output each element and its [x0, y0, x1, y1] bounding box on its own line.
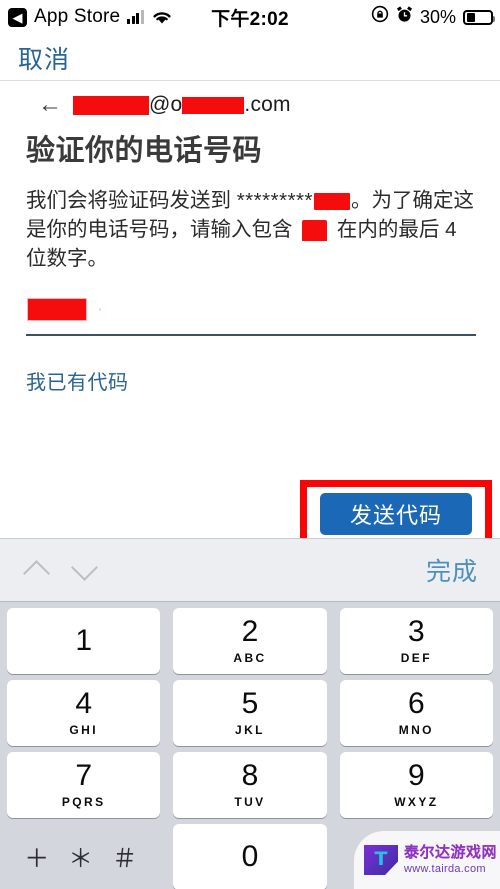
send-code-button[interactable]: 发送代码: [320, 493, 472, 535]
watermark-site-url: www.tairda.com: [404, 863, 486, 875]
key-1[interactable]: 1: [7, 608, 161, 674]
account-row: ← @o .com: [0, 88, 500, 122]
arrow-left-icon[interactable]: ←: [38, 93, 62, 117]
key-letters: TUV: [234, 795, 266, 809]
key-letters: JKL: [235, 723, 265, 737]
key-5[interactable]: 5 JKL: [173, 680, 327, 746]
key-3[interactable]: 3 DEF: [339, 608, 493, 674]
key-letters: ABC: [233, 651, 267, 665]
key-letters: WXYZ: [394, 795, 439, 809]
key-digit: 7: [75, 759, 92, 792]
keyboard-accessory-bar: 完成: [0, 538, 500, 602]
digits-hint-redaction: [302, 220, 328, 242]
key-letters: PQRS: [61, 795, 106, 809]
key-symbols-label: ＋ ＊ ＃: [24, 845, 144, 873]
key-symbols[interactable]: ＋ ＊ ＃: [7, 824, 160, 889]
key-8[interactable]: 8 TUV: [173, 752, 327, 818]
phone-tail-redaction: [314, 193, 351, 211]
email-domain-redaction: [182, 96, 245, 114]
key-digit: 8: [241, 759, 259, 792]
page-title: 验证你的电话号码: [26, 135, 263, 167]
watermark-logo-icon: T: [364, 845, 398, 875]
keypad-row: 7 PQRS 8 TUV 9 WXYZ: [7, 752, 493, 818]
key-digit: 5: [241, 687, 259, 720]
battery-fill: [466, 12, 475, 22]
chevron-up-icon[interactable]: [22, 555, 52, 585]
page-body-text: 我们会将验证码发送到 ********* 。为了确定这是你的电话号码，请输入包含 …: [26, 186, 478, 273]
body-text-part-1: 我们会将验证码发送到: [26, 189, 237, 212]
key-digit: 0: [241, 840, 259, 873]
chevron-down-icon[interactable]: [70, 555, 100, 585]
key-2[interactable]: 2 ABC: [173, 608, 327, 674]
site-watermark: T 泰尔达游戏网 www.tairda.com: [354, 831, 500, 889]
code-input-field[interactable]: [26, 299, 476, 336]
phone-screen: ◀ App Store 下午2:02 30% 取消 ← @o .com 验证你的…: [0, 0, 500, 889]
web-content-panel: ← @o .com 验证你的电话号码 我们会将验证码发送到 ********* 。为…: [0, 80, 500, 548]
key-digit: 4: [75, 687, 92, 720]
key-digit: 3: [407, 615, 425, 648]
masked-phone-stars: *********: [236, 189, 314, 212]
key-letters: DEF: [400, 651, 432, 665]
key-digit: 6: [407, 687, 425, 720]
key-7[interactable]: 7 PQRS: [7, 752, 161, 818]
email-at-text: @o: [149, 93, 183, 116]
battery-icon: [463, 9, 495, 25]
numeric-keyboard: 完成 1 2 ABC 3 DEF 4 GHI 5 JKL 6 MNO 7 PQR…: [0, 538, 500, 889]
key-digit: 9: [407, 759, 425, 792]
watermark-text: 泰尔达游戏网 www.tairda.com: [404, 845, 497, 875]
code-input-value-redaction: [28, 299, 86, 320]
key-9[interactable]: 9 WXYZ: [339, 752, 493, 818]
text-caret: [99, 308, 101, 311]
nav-bar: 取消: [0, 38, 500, 76]
email-prefix-redaction: [73, 95, 149, 115]
key-digit: 2: [241, 615, 259, 648]
keypad-row: 1 2 ABC 3 DEF: [7, 608, 493, 674]
key-6[interactable]: 6 MNO: [339, 680, 493, 746]
keypad-row: 4 GHI 5 JKL 6 MNO: [7, 680, 493, 746]
watermark-site-name: 泰尔达游戏网: [404, 844, 498, 861]
email-suffix-text: .com: [244, 93, 291, 116]
status-bar: ◀ App Store 下午2:02 30%: [0, 0, 500, 34]
status-bar-clock: 下午2:02: [211, 8, 289, 30]
key-digit: 1: [75, 624, 92, 657]
keyboard-done-button[interactable]: 完成: [426, 552, 478, 588]
key-4[interactable]: 4 GHI: [7, 680, 161, 746]
key-0[interactable]: 0: [173, 824, 327, 889]
key-letters: MNO: [398, 723, 434, 737]
watermark-logo-letter: T: [374, 848, 388, 870]
already-have-code-link[interactable]: 我已有代码: [26, 366, 129, 395]
key-letters: GHI: [69, 723, 98, 737]
code-input-underline: [26, 334, 476, 336]
cancel-button[interactable]: 取消: [18, 40, 70, 76]
account-email-label: @o .com: [73, 93, 291, 117]
